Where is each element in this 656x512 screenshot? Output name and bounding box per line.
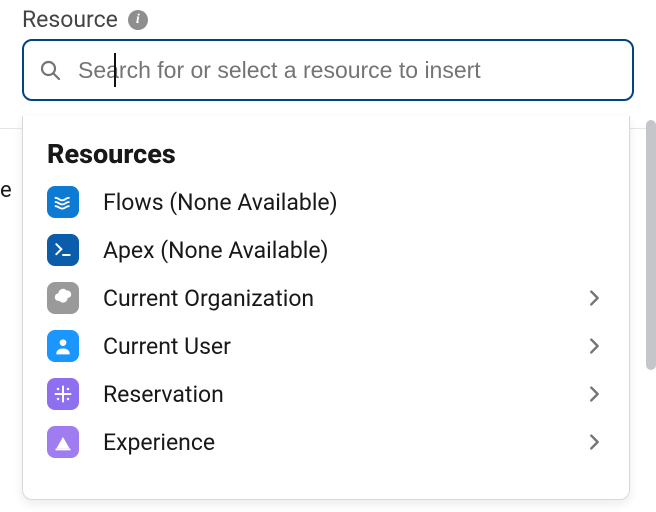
search-icon xyxy=(38,58,62,82)
resource-option-label: Flows (None Available) xyxy=(103,189,605,216)
org-icon xyxy=(47,282,79,314)
background-text-fragment: e xyxy=(0,178,12,203)
reservation-icon xyxy=(47,378,79,410)
text-cursor xyxy=(114,53,116,87)
chevron-right-icon xyxy=(583,383,605,405)
resource-option[interactable]: Current Organization xyxy=(23,274,629,322)
chevron-right-icon xyxy=(583,335,605,357)
resource-option-label: Reservation xyxy=(103,381,559,408)
resource-option[interactable]: Reservation xyxy=(23,370,629,418)
dropdown-heading: Resources xyxy=(23,132,629,178)
flow-icon xyxy=(47,186,79,218)
resource-option[interactable]: Experience xyxy=(23,418,629,466)
resource-option[interactable]: Current User xyxy=(23,322,629,370)
chevron-right-icon xyxy=(583,287,605,309)
resource-search-input[interactable] xyxy=(76,56,618,85)
chevron-right-icon xyxy=(583,431,605,453)
scrollbar-thumb[interactable] xyxy=(646,120,656,370)
resource-option-label: Current Organization xyxy=(103,285,559,312)
resource-option[interactable]: Apex (None Available) xyxy=(23,226,629,274)
experience-icon xyxy=(47,426,79,458)
info-icon[interactable]: i xyxy=(128,10,148,30)
resource-option-label: Experience xyxy=(103,429,559,456)
resource-search-box[interactable] xyxy=(22,39,634,101)
apex-icon xyxy=(47,234,79,266)
resource-field-label: Resource xyxy=(22,6,118,33)
resource-option[interactable]: Flows (None Available) xyxy=(23,178,629,226)
user-icon xyxy=(47,330,79,362)
resource-dropdown: Resources Flows (None Available) Apex (No… xyxy=(22,116,630,500)
resource-option-label: Current User xyxy=(103,333,559,360)
resource-option-label: Apex (None Available) xyxy=(103,237,605,264)
